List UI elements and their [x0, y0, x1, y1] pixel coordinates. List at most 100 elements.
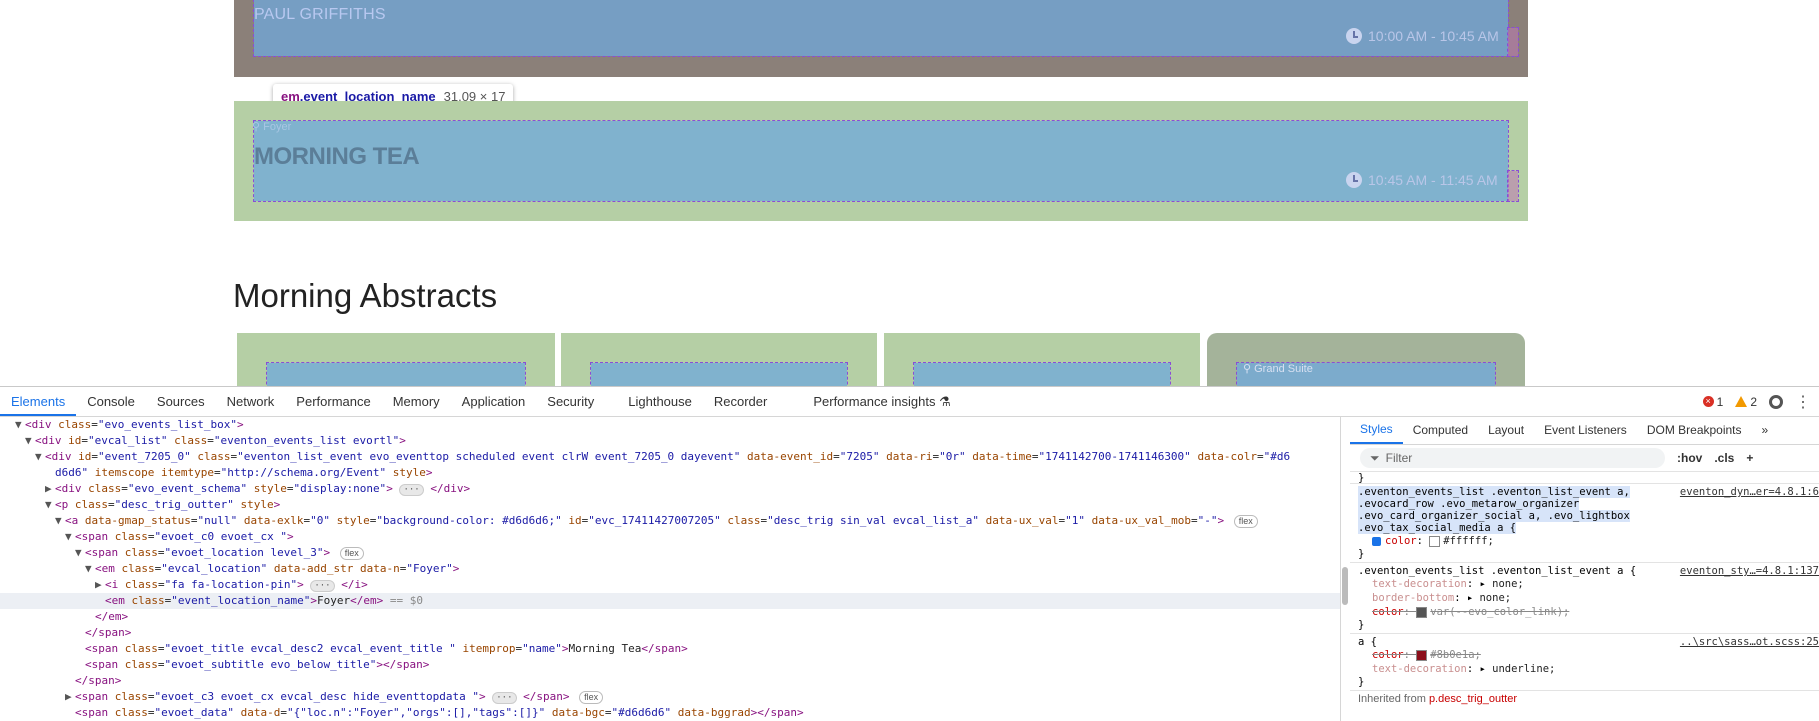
filter-icon: ⏷ [1370, 450, 1380, 465]
collapse-arrow-icon[interactable]: ▼ [35, 449, 45, 465]
tab-layout[interactable]: Layout [1478, 417, 1534, 444]
inherited-element-link[interactable]: p.desc_trig_outter [1429, 693, 1517, 705]
rule-2-property: border-bottom: ▸ none; [1372, 592, 1512, 604]
property-value[interactable]: underline; [1492, 663, 1555, 675]
event-location-name: Foyer [263, 121, 292, 133]
tab-application[interactable]: Application [451, 387, 537, 416]
cls-toggle[interactable]: .cls [1714, 451, 1734, 465]
event-card-morning-tea[interactable]: ⚲ Foyer MORNING TEA 10:45 AM - 11:45 AM [234, 101, 1528, 221]
warning-count[interactable]: 2 [1735, 395, 1757, 409]
tab-lighthouse[interactable]: Lighthouse [617, 387, 703, 416]
dom-node-line[interactable]: </span> [0, 625, 1340, 641]
dom-node-line[interactable]: ▼ <span class="evoet_location level_3"> f… [0, 545, 1340, 561]
rule-2-source-link[interactable]: eventon_sty…=4.8.1:137 [1680, 565, 1819, 577]
dom-node-markup: <i class="fa fa-location-pin"> ··· </i> [105, 578, 368, 592]
dom-node-line[interactable]: ▼ <em class="evcal_location" data-add_str… [0, 561, 1340, 577]
more-tabs-icon[interactable]: » [1752, 417, 1779, 444]
expand-arrow-icon[interactable]: ▶ [45, 481, 55, 497]
style-rule-3[interactable]: a { ..\src\sass…ot.scss:25 color: #8b0e1… [1350, 634, 1819, 691]
event-title: MORNING TEA [254, 143, 420, 170]
property-value[interactable]: #8b0e1a; [1430, 649, 1481, 661]
event-card-paul-griffiths[interactable]: PAUL GRIFFITHS 10:00 AM - 10:45 AM [234, 0, 1528, 77]
property-name[interactable]: color [1385, 535, 1417, 547]
tab-sources[interactable]: Sources [146, 387, 216, 416]
property-name[interactable]: text-decoration [1372, 578, 1467, 590]
tab-computed[interactable]: Computed [1403, 417, 1478, 444]
dom-node-line[interactable]: </span> [0, 673, 1340, 689]
dom-node-line[interactable]: ▼ <a data-gmap_status="null" data-exlk="0… [0, 513, 1340, 529]
tab-dom-breakpoints[interactable]: DOM Breakpoints [1637, 417, 1752, 444]
elements-dom-tree[interactable]: ▼ <div class="evo_events_list_box"> ▼ <div … [0, 417, 1340, 721]
tab-memory[interactable]: Memory [382, 387, 451, 416]
tab-performance-insights[interactable]: Performance insights ⚗ [802, 387, 961, 416]
collapse-arrow-icon[interactable]: ▼ [85, 561, 95, 577]
property-name[interactable]: color [1372, 649, 1404, 661]
abstract-card-3[interactable] [884, 333, 1200, 386]
dom-node-line[interactable]: </em> [0, 609, 1340, 625]
rule-2-selector: .eventon_events_list .eventon_list_event… [1358, 565, 1637, 577]
property-value[interactable]: none; [1492, 578, 1524, 590]
dom-node-markup: <em class="evcal_location" data-add_str … [95, 562, 460, 575]
style-rule-1[interactable]: .eventon_events_list .eventon_list_event… [1350, 484, 1819, 563]
color-swatch[interactable] [1416, 649, 1428, 661]
dom-node-line[interactable]: ▼ <div id="event_7205_0" class="eventon_l… [0, 449, 1340, 465]
abstract-card-2[interactable] [561, 333, 877, 386]
settings-gear-icon[interactable] [1769, 394, 1783, 409]
dom-node-line[interactable]: ▶ <div class="evo_event_schema" style="di… [0, 481, 1340, 497]
dom-node-line[interactable]: ▼ <p class="desc_trig_outter" style> [0, 497, 1340, 513]
collapse-arrow-icon[interactable]: ▼ [25, 433, 35, 449]
color-swatch[interactable] [1416, 606, 1428, 618]
pane-divider[interactable] [1340, 417, 1341, 721]
error-icon: × [1702, 396, 1714, 407]
expand-arrow-icon[interactable]: ▶ [65, 689, 75, 705]
dom-node-line[interactable]: <span class="evoet_subtitle evo_below_ti… [0, 657, 1340, 673]
dom-node-markup: <span class="evoet_title evcal_desc2 evc… [85, 642, 688, 655]
tab-recorder[interactable]: Recorder [703, 387, 778, 416]
hov-toggle[interactable]: :hov [1677, 451, 1702, 465]
dom-node-line[interactable]: <span class="evoet_title evcal_desc2 evc… [0, 641, 1340, 657]
styles-filter-input[interactable]: ⏷ Filter [1360, 448, 1665, 468]
dom-node-line[interactable]: ▶ <i class="fa fa-location-pin"> ··· </i> [0, 577, 1340, 593]
collapse-arrow-icon[interactable]: ▼ [45, 497, 55, 513]
dom-node-line[interactable]: d6d6" itemscope itemtype="http://schema.… [0, 465, 1340, 481]
property-name[interactable]: text-decoration [1372, 663, 1467, 675]
tab-styles[interactable]: Styles [1350, 417, 1403, 444]
tab-network[interactable]: Network [216, 387, 286, 416]
error-count[interactable]: × 1 [1702, 395, 1723, 409]
abstract-card-1[interactable] [237, 333, 555, 386]
more-options-icon[interactable]: ⋮ [1795, 392, 1811, 412]
new-rule-icon[interactable]: + [1746, 451, 1753, 465]
inherited-label: Inherited from [1358, 693, 1426, 705]
property-checkbox[interactable] [1372, 536, 1381, 546]
dom-node-selected[interactable]: <em class="event_location_name">Foyer</e… [0, 593, 1340, 609]
dom-node-markup: <span class="evoet_subtitle evo_below_ti… [85, 658, 430, 671]
collapse-arrow-icon[interactable]: ▼ [55, 513, 65, 529]
property-value[interactable]: #ffffff; [1443, 535, 1494, 547]
property-name[interactable]: color [1372, 606, 1404, 618]
tab-elements[interactable]: Elements [0, 387, 77, 416]
style-rule-2[interactable]: .eventon_events_list .eventon_list_event… [1350, 563, 1819, 634]
dom-tree-scrollbar[interactable] [1342, 567, 1348, 605]
tab-console[interactable]: Console [76, 387, 146, 416]
dom-node-line[interactable]: ▼ <div id="evcal_list" class="eventon_eve… [0, 433, 1340, 449]
property-name[interactable]: border-bottom [1372, 592, 1454, 604]
rule-1-source-link[interactable]: eventon_dyn…er=4.8.1:6 [1680, 486, 1819, 498]
color-swatch[interactable] [1429, 535, 1441, 547]
collapse-arrow-icon[interactable]: ▼ [75, 545, 85, 561]
property-value[interactable]: none; [1479, 592, 1511, 604]
property-value[interactable]: var(--evo_color_link); [1430, 606, 1569, 618]
dom-node-line[interactable]: ▼ <div class="evo_events_list_box"> [0, 417, 1340, 433]
dom-node-markup: <span class="evoet_location level_3"> fl… [85, 546, 364, 560]
element-highlight-overlay [590, 362, 848, 386]
dom-node-line[interactable]: ▼ <span class="evoet_c0 evoet_cx "> [0, 529, 1340, 545]
tab-performance[interactable]: Performance [285, 387, 381, 416]
collapse-arrow-icon[interactable]: ▼ [15, 417, 25, 433]
abstract-card-4[interactable]: ⚲ Grand Suite [1207, 333, 1525, 386]
rule-3-source-link[interactable]: ..\src\sass…ot.scss:25 [1680, 636, 1819, 648]
collapse-arrow-icon[interactable]: ▼ [65, 529, 75, 545]
dom-node-line[interactable]: <span class="evoet_data" data-d="{"loc.n… [0, 705, 1340, 721]
tab-security[interactable]: Security [536, 387, 605, 416]
expand-arrow-icon[interactable]: ▶ [95, 577, 105, 593]
tab-event-listeners[interactable]: Event Listeners [1534, 417, 1637, 444]
dom-node-line[interactable]: ▶ <span class="evoet_c3 evoet_cx evcal_de… [0, 689, 1340, 705]
